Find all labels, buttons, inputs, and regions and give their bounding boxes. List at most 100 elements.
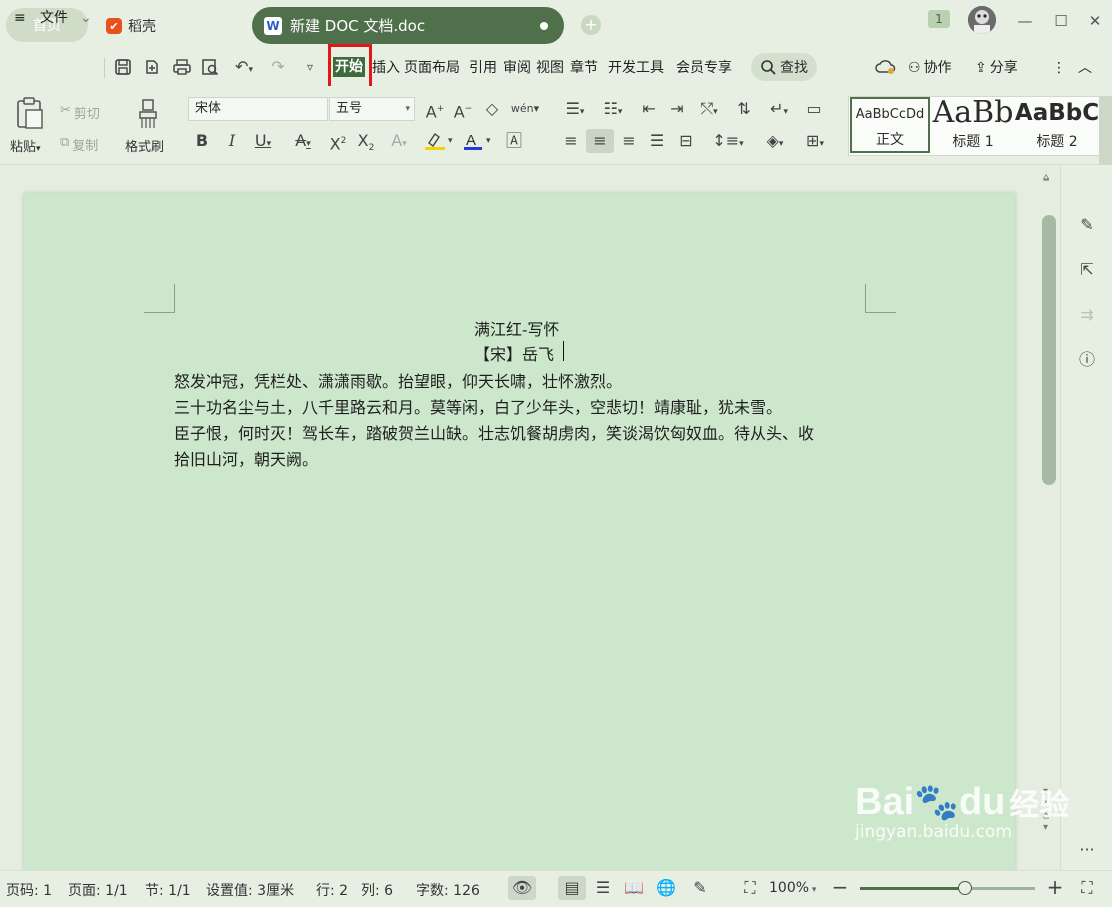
format-painter-icon[interactable] [134,98,162,130]
style-heading-2[interactable]: AaBbC 标题 2 [1015,97,1099,153]
print-preview-icon[interactable] [200,57,220,77]
status-pages[interactable]: 页面: 1/1 [68,880,128,900]
borders-icon[interactable]: ⊞▾ [798,131,832,154]
new-tab-button[interactable]: + [581,15,601,35]
paste-button[interactable]: 粘贴▾ [10,136,41,155]
chevron-down-icon[interactable]: ⌄ [80,8,92,28]
menu-chapter[interactable]: 章节 [570,58,598,78]
font-grow-icon[interactable]: A+ [424,99,446,122]
font-shrink-icon[interactable]: A− [452,99,474,122]
select-cursor-icon[interactable]: ⇱ [1075,260,1099,280]
quick-access-more-icon[interactable]: ▿ [300,57,320,77]
copy-button[interactable]: ⧉ 复制 [60,135,98,154]
font-color-icon[interactable]: A ▾ [462,131,496,151]
sort-icon[interactable]: ⇅ [732,99,756,119]
more-horizontal-icon[interactable]: ··· [1075,840,1099,860]
tab-daoke[interactable]: ✔ 稻壳 [106,14,156,38]
fit-page-icon[interactable]: ⛶ [738,878,762,898]
decrease-indent-icon[interactable]: ⇤ [638,99,660,119]
menu-references[interactable]: 引用 [469,58,497,78]
outline-view-icon[interactable]: ☰ [592,878,614,898]
help-icon[interactable]: ⓘ [1075,350,1099,370]
menu-file[interactable]: 文件 [40,8,68,28]
more-vertical-icon[interactable]: ⋮ [1052,58,1066,78]
zoom-out-button[interactable]: − [830,877,850,897]
user-avatar[interactable] [968,6,996,34]
share-button[interactable]: ⇪ 分享 [975,58,1018,78]
justify-icon[interactable]: ☰ [646,131,668,151]
status-page-number[interactable]: 页码: 1 [6,880,52,900]
status-setting[interactable]: 设置值: 3厘米 [206,880,294,900]
phonetic-guide-icon[interactable]: wén▾ [510,99,540,119]
menu-page-layout[interactable]: 页面布局 [404,58,460,78]
table-border-icon[interactable]: ▭ [802,99,826,119]
style-normal[interactable]: AaBbCcDd 正文 [850,97,930,153]
show-marks-icon[interactable]: ↵▾ [764,99,794,122]
close-icon[interactable]: ✕ [1086,12,1104,30]
bullet-list-icon[interactable]: ☰▾ [560,99,590,122]
collapse-ribbon-icon[interactable]: ︿ [1078,58,1092,78]
print-icon[interactable] [172,57,192,77]
bold-icon[interactable]: B [192,131,212,151]
subscript-icon[interactable]: X2 [354,131,378,158]
undo-icon[interactable]: ↶▾ [230,57,258,80]
superscript-icon[interactable]: X2 [326,131,350,154]
char-border-icon[interactable]: 🄰 [502,131,526,151]
zoom-level-select[interactable]: 100% ▾ [769,880,816,896]
navigation-icon[interactable]: ⇉ [1075,305,1099,325]
increase-indent-icon[interactable]: ⇥ [666,99,688,119]
numbered-list-icon[interactable]: ☷▾ [598,99,628,122]
fullscreen-icon[interactable]: ⛶ [1076,878,1098,898]
maximize-icon[interactable]: ☐ [1052,12,1070,30]
web-view-icon[interactable]: 🌐 [654,878,678,898]
highlight-color-icon[interactable]: ▾ [423,131,457,151]
align-right-icon[interactable]: ≡ [618,131,640,151]
style-heading-1[interactable]: AaBb 标题 1 [933,97,1014,153]
menu-developer[interactable]: 开发工具 [608,58,664,78]
window-count-badge[interactable]: 1 [928,10,950,28]
italic-icon[interactable]: I [222,131,242,151]
menu-review[interactable]: 审阅 [503,58,531,78]
font-family-select[interactable]: 宋体 [188,97,328,121]
reading-view-icon[interactable]: 📖 [622,878,646,898]
clear-format-icon[interactable]: ◇ [481,99,503,119]
scroll-top-icon[interactable]: ⩠ [1043,172,1049,183]
redo-icon[interactable]: ↷ [268,57,288,77]
menu-member[interactable]: 会员专享 [676,58,732,78]
edit-pen-icon[interactable]: ✎ [1075,215,1099,235]
write-mode-icon[interactable]: ✎ [688,878,712,898]
status-col[interactable]: 列: 6 [361,880,393,900]
zoom-in-button[interactable]: + [1045,877,1065,897]
tab-document[interactable]: W 新建 DOC 文档.doc [252,7,564,44]
align-left-icon[interactable]: ≡ [560,131,582,151]
text-effect-icon[interactable]: A▾ [384,131,414,154]
search-button[interactable]: 查找 [751,53,817,81]
font-size-select[interactable]: 五号 ▾ [329,97,415,121]
export-icon[interactable] [142,57,164,77]
format-painter-button[interactable]: 格式刷 [125,136,164,155]
eye-protection-icon[interactable]: 👁 [508,876,536,900]
distributed-icon[interactable]: ⊟ [674,131,698,151]
align-center-icon[interactable]: ≡ [586,129,614,153]
hamburger-icon[interactable]: ≡ [14,8,26,28]
collab-button[interactable]: ⚇ 协作 [908,58,952,78]
vertical-scrollbar-thumb[interactable] [1042,215,1056,485]
menu-view[interactable]: 视图 [536,58,564,78]
unsaved-dot-icon[interactable] [540,22,548,30]
chinese-layout-icon[interactable]: ⤲▾ [694,99,724,122]
status-word-count[interactable]: 字数: 126 [416,880,480,900]
status-row[interactable]: 行: 2 [316,880,348,900]
cloud-sync-icon[interactable] [874,57,898,77]
save-icon[interactable] [113,57,133,77]
status-section[interactable]: 节: 1/1 [145,880,191,900]
styles-scroll-button[interactable] [1099,96,1112,166]
paste-icon[interactable] [14,96,46,130]
page-view-icon[interactable]: ▤ [558,876,586,900]
underline-icon[interactable]: U▾ [248,131,278,154]
menu-insert[interactable]: 插入 [372,58,400,78]
cut-button[interactable]: ✂ 剪切 [60,103,100,122]
zoom-slider-knob[interactable] [958,881,972,895]
zoom-slider-track[interactable] [860,881,1035,895]
strikethrough-icon[interactable]: A▾ [288,131,318,154]
shading-icon[interactable]: ◈▾ [760,131,790,154]
